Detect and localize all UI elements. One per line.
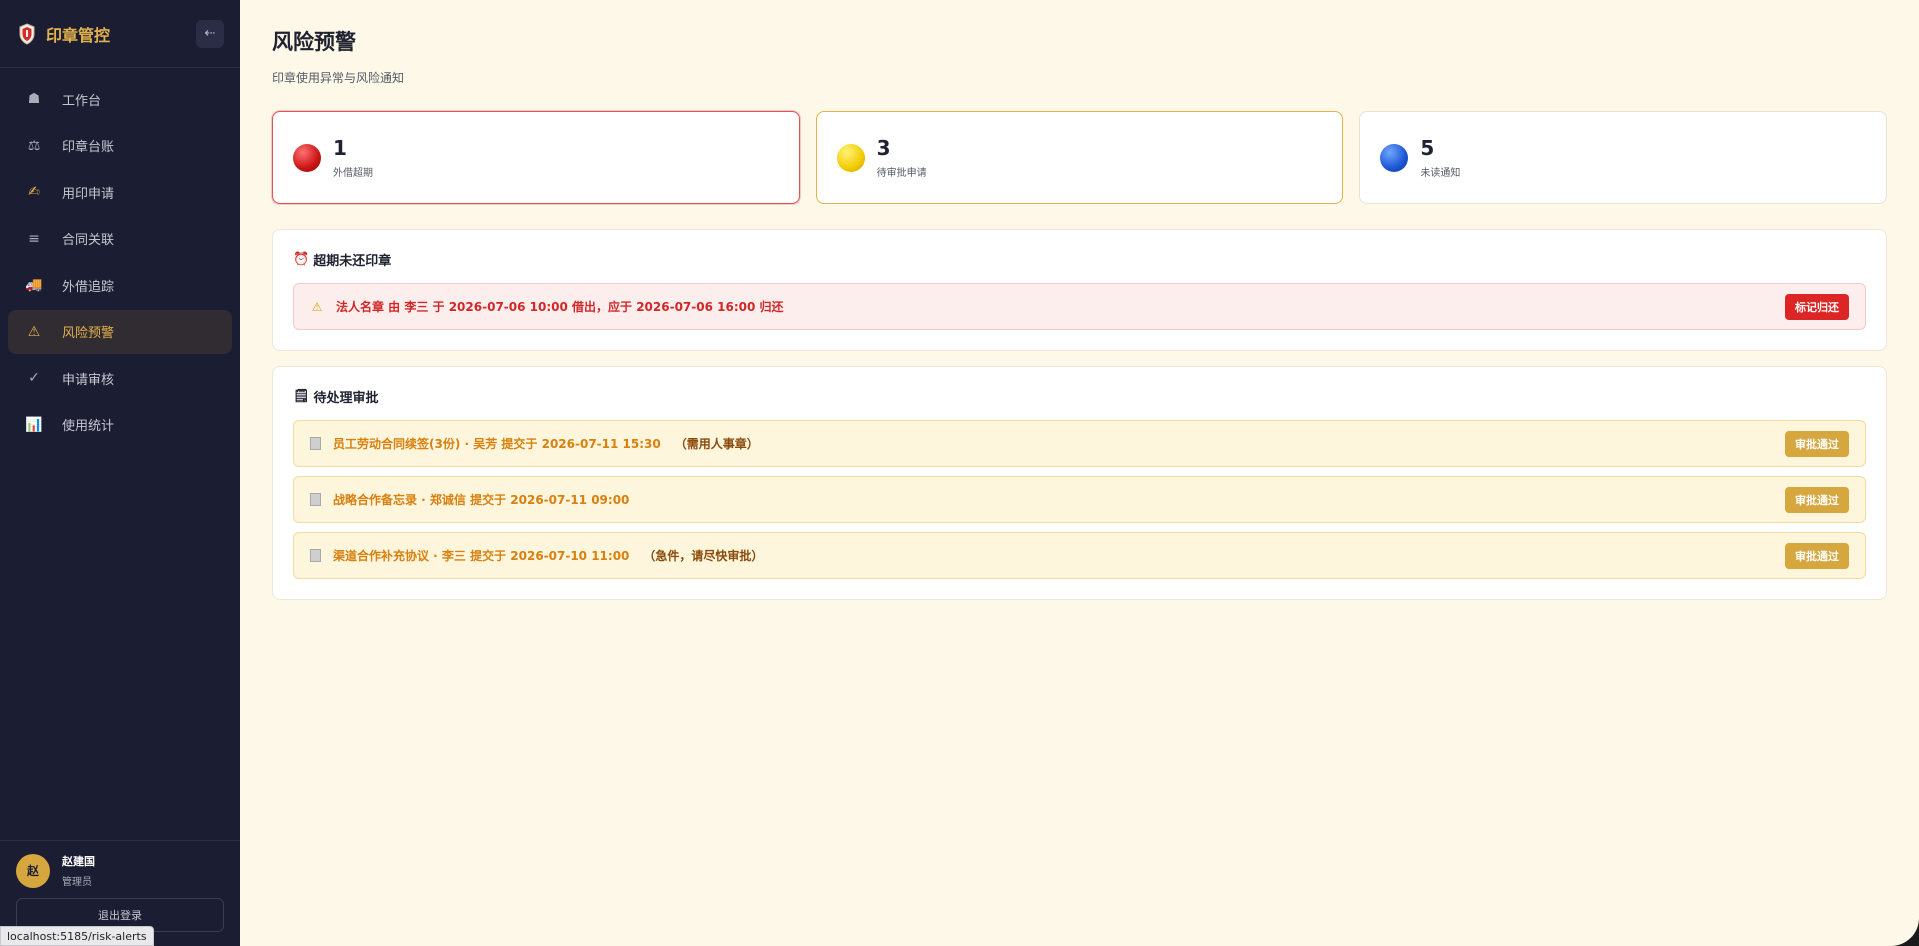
approve-button[interactable]: 审批通过 <box>1785 486 1849 513</box>
sidebar-item-label: 工作台 <box>62 93 102 109</box>
sidebar-item-label: 用印申请 <box>62 186 115 202</box>
mark-returned-button[interactable]: 标记归还 <box>1785 293 1849 320</box>
sidebar-item-statistics[interactable]: 📊 使用统计 <box>8 403 232 447</box>
document-icon <box>310 437 321 450</box>
user-info: 赵 赵建国 管理员 <box>16 853 224 888</box>
sidebar-item-label: 使用统计 <box>62 419 115 434</box>
pending-item-note: （急件，请尽快审批） <box>643 549 764 563</box>
pending-item: 渠道合作补充协议 · 李三 提交于 2026-07-10 11:00 （急件，请尽… <box>293 532 1866 579</box>
avatar: 赵 <box>16 853 50 888</box>
bar-chart-icon: 📊 <box>25 416 43 433</box>
window-corner <box>1891 918 1919 946</box>
sidebar: 印章管控 ⇠ ☗ 工作台 ⚖ 印章台账 ✍ 用印申请 ≡ 合同关联 🚚 外借追踪… <box>0 0 240 946</box>
sidebar-item-label: 申请审核 <box>62 372 115 388</box>
shield-logo-icon <box>19 22 35 45</box>
pending-item: 员工劳动合同续签(3份) · 吴芳 提交于 2026-07-11 15:30 （需… <box>293 420 1866 467</box>
stats-row: 1 外借超期 3 待审批申请 5 未读通知 <box>272 111 1888 204</box>
pending-item-desc: 渠道合作补充协议 · 李三 提交于 2026-07-10 11:00 <box>333 549 630 563</box>
arrow-left-icon: ⇠ <box>204 26 216 41</box>
page-title: 风险预警 <box>272 30 356 54</box>
menu-icon: ≡ <box>28 230 40 247</box>
sidebar-item-review[interactable]: ✓ 申请审核 <box>8 356 232 400</box>
panel-title: ⏰ 超期未还印章 <box>293 250 1866 269</box>
document-icon <box>310 549 321 562</box>
pending-item-note: （需用人事章） <box>674 437 759 451</box>
sidebar-item-label: 合同关联 <box>62 233 115 248</box>
approve-button[interactable]: 审批通过 <box>1785 430 1849 457</box>
stat-value: 5 <box>1420 136 1435 160</box>
user-role: 管理员 <box>62 877 92 888</box>
pending-panel: 🗒 待处理审批 员工劳动合同续签(3份) · 吴芳 提交于 2026-07-11… <box>272 366 1887 600</box>
writing-hand-icon: ✍ <box>28 184 40 200</box>
sidebar-item-seal-ledger[interactable]: ⚖ 印章台账 <box>8 124 232 168</box>
sidebar-item-risk-alerts[interactable]: ⚠ 风险预警 <box>8 309 232 354</box>
pending-item-desc: 员工劳动合同续签(3份) · 吴芳 提交于 2026-07-11 15:30 <box>333 437 661 451</box>
stat-label: 外借超期 <box>333 168 373 179</box>
brand: 印章管控 ⇠ <box>0 0 240 68</box>
overdue-item-text: 法人名章 由 李三 于 2026-07-06 10:00 借出，应于 2026-… <box>336 300 784 314</box>
pending-item-text: 战略合作备忘录 · 郑诚信 提交于 2026-07-11 09:00 <box>333 491 1785 508</box>
stat-value: 1 <box>333 136 347 160</box>
stat-label: 未读通知 <box>1420 168 1461 179</box>
sidebar-item-workbench[interactable]: ☗ 工作台 <box>8 77 232 121</box>
blue-circle-icon <box>1380 143 1409 172</box>
truck-icon: 🚚 <box>25 277 43 293</box>
approve-button[interactable]: 审批通过 <box>1785 542 1849 569</box>
sidebar-item-label: 风险预警 <box>62 326 115 341</box>
sidebar-item-loan-tracking[interactable]: 🚚 外借追踪 <box>8 263 232 307</box>
check-icon: ✓ <box>28 370 40 386</box>
collapse-sidebar-button[interactable]: ⇠ <box>196 19 224 48</box>
sidebar-item-seal-request[interactable]: ✍ 用印申请 <box>8 170 232 214</box>
page-subtitle: 印章使用异常与风险通知 <box>272 71 405 85</box>
sidebar-nav: ☗ 工作台 ⚖ 印章台账 ✍ 用印申请 ≡ 合同关联 🚚 外借追踪 ⚠ 风险预警… <box>0 68 240 447</box>
stat-value: 3 <box>876 136 891 160</box>
warning-icon: ⚠ <box>27 323 41 340</box>
stat-card-pending[interactable]: 3 待审批申请 <box>815 111 1344 204</box>
panel-title: 🗒 待处理审批 <box>293 387 1866 406</box>
pending-item: 战略合作备忘录 · 郑诚信 提交于 2026-07-11 09:00 审批通过 <box>293 476 1866 523</box>
red-circle-icon <box>293 143 321 172</box>
pending-item-text: 渠道合作补充协议 · 李三 提交于 2026-07-10 11:00 （急件，请尽… <box>333 547 1785 564</box>
warning-icon: ⚠ <box>311 299 323 314</box>
notepad-icon: 🗒 <box>293 389 310 404</box>
alarm-clock-icon: ⏰ <box>293 252 310 267</box>
stat-card-unread[interactable]: 5 未读通知 <box>1359 111 1888 204</box>
sidebar-item-label: 外借追踪 <box>62 279 115 295</box>
stat-card-overdue[interactable]: 1 外借超期 <box>272 111 800 204</box>
yellow-circle-icon <box>836 143 865 172</box>
pending-item-text: 员工劳动合同续签(3份) · 吴芳 提交于 2026-07-11 15:30 （需… <box>333 435 1785 452</box>
overdue-panel: ⏰ 超期未还印章 ⚠ 法人名章 由 李三 于 2026-07-06 10:00 … <box>272 229 1887 351</box>
sidebar-item-label: 印章台账 <box>62 140 115 155</box>
bell-icon: ☗ <box>27 91 41 107</box>
sidebar-item-contract-link[interactable]: ≡ 合同关联 <box>8 217 232 261</box>
panel-title-text: 待处理审批 <box>313 391 379 406</box>
stat-label: 待审批申请 <box>876 168 927 179</box>
scales-icon: ⚖ <box>27 137 41 154</box>
document-icon <box>310 493 321 506</box>
status-bar-url: localhost:5185/risk-alerts <box>0 926 154 946</box>
panel-title-text: 超期未还印章 <box>313 254 392 269</box>
main-content: 风险预警 印章使用异常与风险通知 1 外借超期 3 待审批申请 5 未读通知 ⏰… <box>240 0 1919 946</box>
brand-title: 印章管控 <box>46 25 111 45</box>
user-name: 赵建国 <box>62 855 95 868</box>
overdue-item: ⚠ 法人名章 由 李三 于 2026-07-06 10:00 借出，应于 202… <box>293 283 1866 330</box>
pending-item-desc: 战略合作备忘录 · 郑诚信 提交于 2026-07-11 09:00 <box>333 493 630 507</box>
